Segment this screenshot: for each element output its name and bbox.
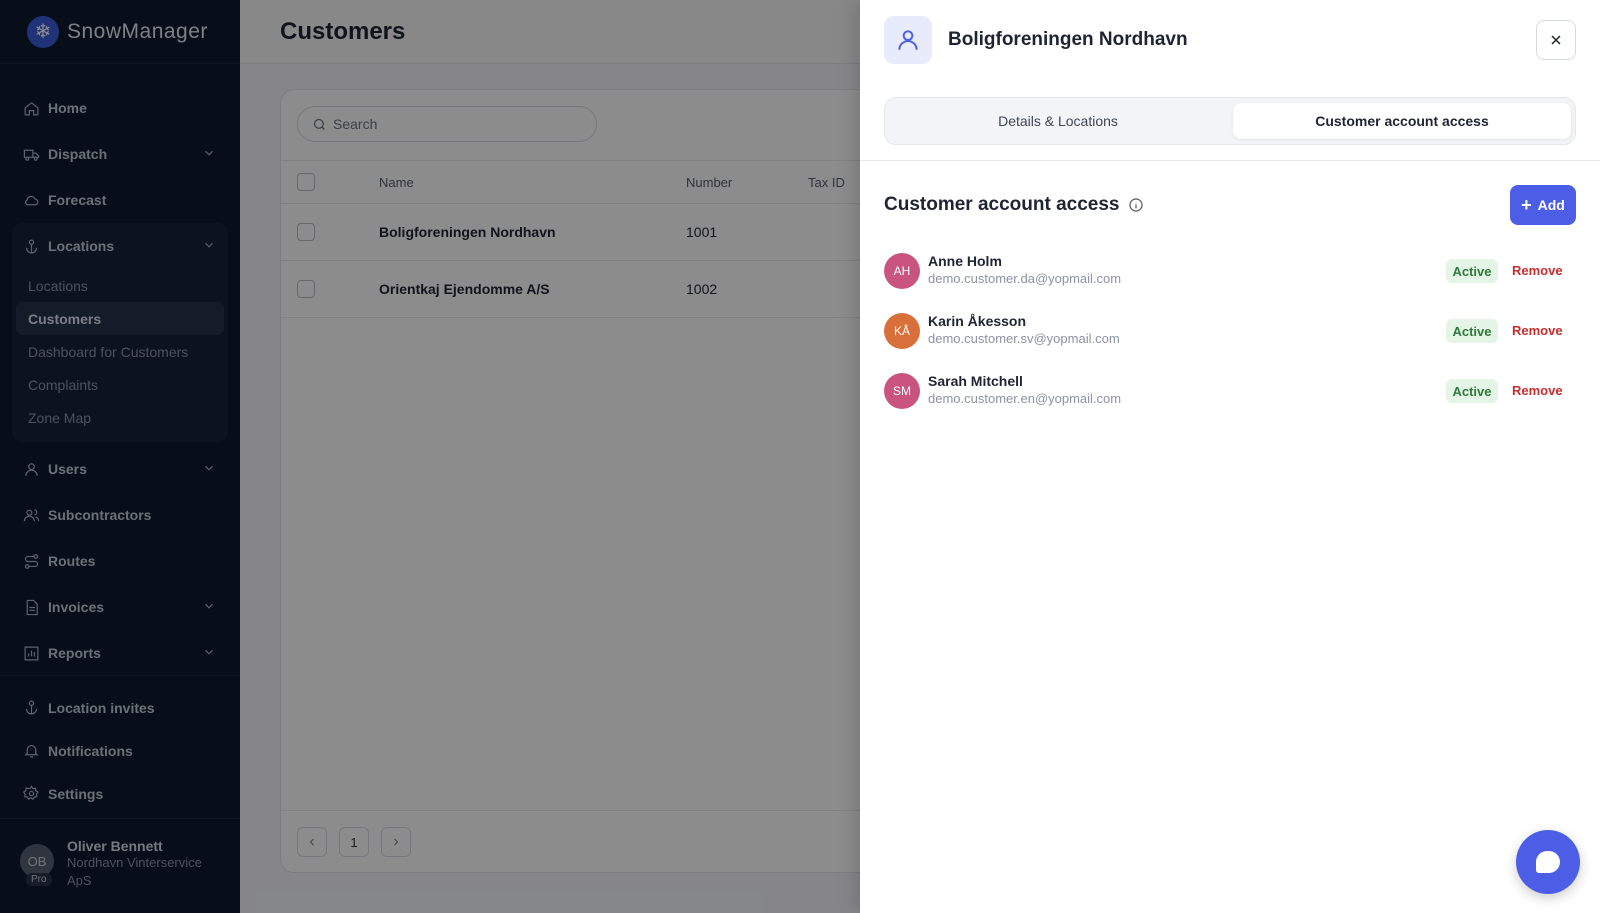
chat-icon: [1536, 851, 1560, 873]
drawer-divider: [860, 160, 1600, 161]
status-badge: Active: [1446, 379, 1498, 403]
tab-details-locations[interactable]: Details & Locations: [889, 103, 1227, 139]
remove-button[interactable]: Remove: [1512, 263, 1563, 278]
close-button[interactable]: [1536, 20, 1576, 60]
user-icon: [884, 16, 932, 64]
customer-drawer: Boligforeningen Nordhavn Details & Locat…: [860, 0, 1600, 913]
chat-button[interactable]: [1516, 830, 1580, 894]
account-name: Karin Åkesson: [928, 313, 1027, 329]
remove-button[interactable]: Remove: [1512, 383, 1563, 398]
plus-icon: +: [1521, 195, 1532, 215]
account-name: Sarah Mitchell: [928, 373, 1023, 389]
status-badge: Active: [1446, 259, 1498, 283]
tab-customer-account-access[interactable]: Customer account access: [1233, 103, 1571, 139]
info-icon[interactable]: [1128, 197, 1144, 213]
account-email: demo.customer.da@yopmail.com: [928, 271, 1122, 286]
remove-button[interactable]: Remove: [1512, 323, 1563, 338]
add-label: Add: [1537, 197, 1565, 213]
drawer-header: Boligforeningen Nordhavn: [884, 16, 1188, 64]
add-button[interactable]: + Add: [1510, 185, 1576, 225]
avatar: SM: [884, 373, 920, 409]
account-row: SM Sarah Mitchell demo.customer.en@yopma…: [884, 373, 1576, 413]
status-badge: Active: [1446, 319, 1498, 343]
account-name: Anne Holm: [928, 253, 1002, 269]
section-title-text: Customer account access: [884, 194, 1120, 215]
drawer-tabs: Details & Locations Customer account acc…: [884, 97, 1576, 145]
drawer-title: Boligforeningen Nordhavn: [948, 29, 1188, 50]
account-email: demo.customer.sv@yopmail.com: [928, 331, 1120, 346]
avatar: AH: [884, 253, 920, 289]
account-row: KÅ Karin Åkesson demo.customer.sv@yopmai…: [884, 313, 1576, 353]
close-icon: [1551, 35, 1561, 45]
avatar: KÅ: [884, 313, 920, 349]
account-email: demo.customer.en@yopmail.com: [928, 391, 1122, 406]
section-title: Customer account access: [884, 194, 1144, 216]
account-row: AH Anne Holm demo.customer.da@yopmail.co…: [884, 253, 1576, 293]
